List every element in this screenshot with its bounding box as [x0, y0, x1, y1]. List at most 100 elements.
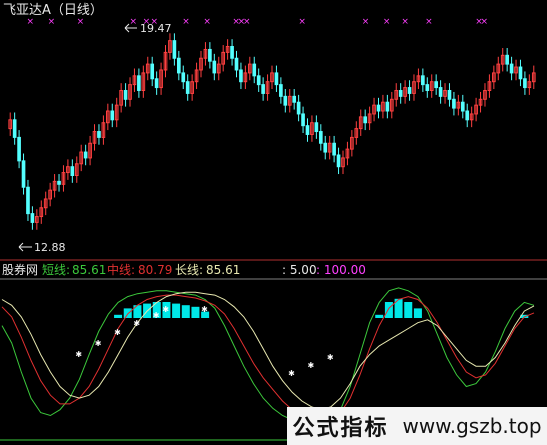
candle-body: [465, 110, 470, 121]
signal-marker: ×: [362, 17, 370, 27]
candle-body: [12, 119, 17, 138]
star-signal: ✱: [327, 353, 334, 362]
candle-body: [332, 142, 336, 156]
signal-marker: ×: [383, 17, 391, 27]
high-label: 19.47: [140, 22, 172, 35]
signal-marker: ×: [243, 17, 251, 27]
candle-body: [83, 151, 88, 159]
candle-body: [252, 63, 257, 77]
candle-body: [505, 54, 509, 65]
star-signal: ✱: [75, 350, 82, 359]
star-signal: ✱: [308, 361, 315, 370]
mid-value: 80.79: [138, 263, 172, 277]
star-signal: ✱: [95, 339, 102, 348]
candle-body: [123, 89, 128, 100]
histogram-bar: [384, 302, 393, 318]
signal-markers: × × × × × × × × ××× × × × × × ××: [26, 17, 488, 27]
candle-body: [261, 84, 265, 94]
candle-body: [176, 57, 181, 74]
star-signal: ✱: [153, 311, 160, 320]
candle-body: [385, 101, 390, 112]
signal-marker: ×: [425, 17, 433, 27]
histogram-bar: [123, 308, 132, 318]
signal-marker: ×: [48, 17, 56, 27]
chart-title: 飞亚达A（日线）: [3, 3, 103, 18]
watermark: 公式指标 www.gszb.top: [287, 407, 547, 445]
candle-body: [70, 166, 75, 177]
signal-marker: ×: [203, 17, 211, 27]
candle-body: [447, 89, 452, 100]
short-value: 85.61: [72, 263, 106, 277]
candle-body: [208, 48, 212, 62]
signal-marker: ×: [26, 17, 34, 27]
candle-body: [256, 75, 261, 86]
histogram-bar: [172, 303, 181, 318]
signal-marker: ×: [129, 17, 137, 27]
candle-body: [425, 84, 430, 91]
candle-body: [26, 186, 30, 215]
histogram-bar: [114, 314, 123, 318]
candle-body: [518, 66, 523, 80]
histogram-bar: [191, 306, 200, 318]
candle-body: [438, 87, 443, 97]
candle-body: [97, 131, 101, 138]
candle-body: [336, 154, 341, 168]
candlestick-series: [8, 33, 536, 230]
candle-body: [30, 213, 35, 223]
indicator-name: 股券网: [2, 262, 38, 277]
candle-body: [318, 131, 323, 144]
star-signal: ✱: [114, 328, 121, 337]
short-label: 短线:: [42, 263, 70, 277]
star-signal: ✱: [133, 319, 140, 328]
candle-body: [305, 125, 310, 135]
candle-body: [110, 110, 115, 121]
star-signal: ✱: [162, 305, 169, 314]
low-label: 12.88: [34, 241, 66, 254]
candle-body: [181, 72, 186, 83]
candle-body: [363, 116, 368, 124]
candle-body: [234, 57, 239, 71]
histogram-bar: [404, 302, 413, 318]
candle-body: [434, 81, 438, 89]
candle-body: [274, 72, 279, 86]
histogram-bar: [375, 314, 384, 318]
mid-label: 中线:: [107, 262, 135, 277]
long-value: 85.61: [206, 263, 240, 277]
candle-body: [460, 101, 465, 112]
signal-marker: ×: [77, 17, 85, 27]
histogram-bar: [181, 305, 190, 318]
candle-body: [279, 84, 283, 97]
candle-body: [376, 104, 381, 112]
candle-body: [421, 75, 425, 86]
candle-body: [17, 136, 21, 162]
candle-body: [407, 87, 412, 94]
candle-body: [230, 46, 234, 59]
candle-body: [323, 142, 328, 153]
histogram-bar: [133, 305, 142, 318]
candle-body: [398, 89, 403, 97]
signal-marker: ×: [182, 17, 190, 27]
signal-marker: ×: [401, 17, 409, 27]
candle-body: [523, 78, 527, 89]
candle-body: [283, 95, 288, 106]
watermark-url: www.gszb.top: [402, 414, 542, 438]
candle-body: [301, 113, 305, 127]
candle-body: [212, 60, 217, 74]
candle-body: [21, 160, 26, 188]
candle-body: [185, 81, 190, 94]
candle-body: [296, 101, 301, 115]
candle-body: [452, 98, 456, 109]
param-2: : 100.00: [316, 263, 366, 277]
candle-body: [154, 78, 159, 89]
histogram-bar: [413, 308, 422, 318]
candle-body: [137, 75, 141, 91]
kline-chart: × × × × × × × × ××× × × × × × ×× ✱✱✱✱✱✱ ✱✱✱✱ 飞亚达A（日线） 1…: [0, 3, 547, 441]
watermark-text: 公式指标: [292, 416, 389, 441]
star-signal: ✱: [201, 305, 208, 314]
star-signal: ✱: [288, 369, 295, 378]
candle-body: [150, 63, 155, 80]
signal-marker: ×: [481, 17, 489, 27]
signal-marker: ×: [298, 17, 306, 27]
candle-body: [57, 180, 61, 185]
low-arrow-icon: [18, 242, 32, 252]
